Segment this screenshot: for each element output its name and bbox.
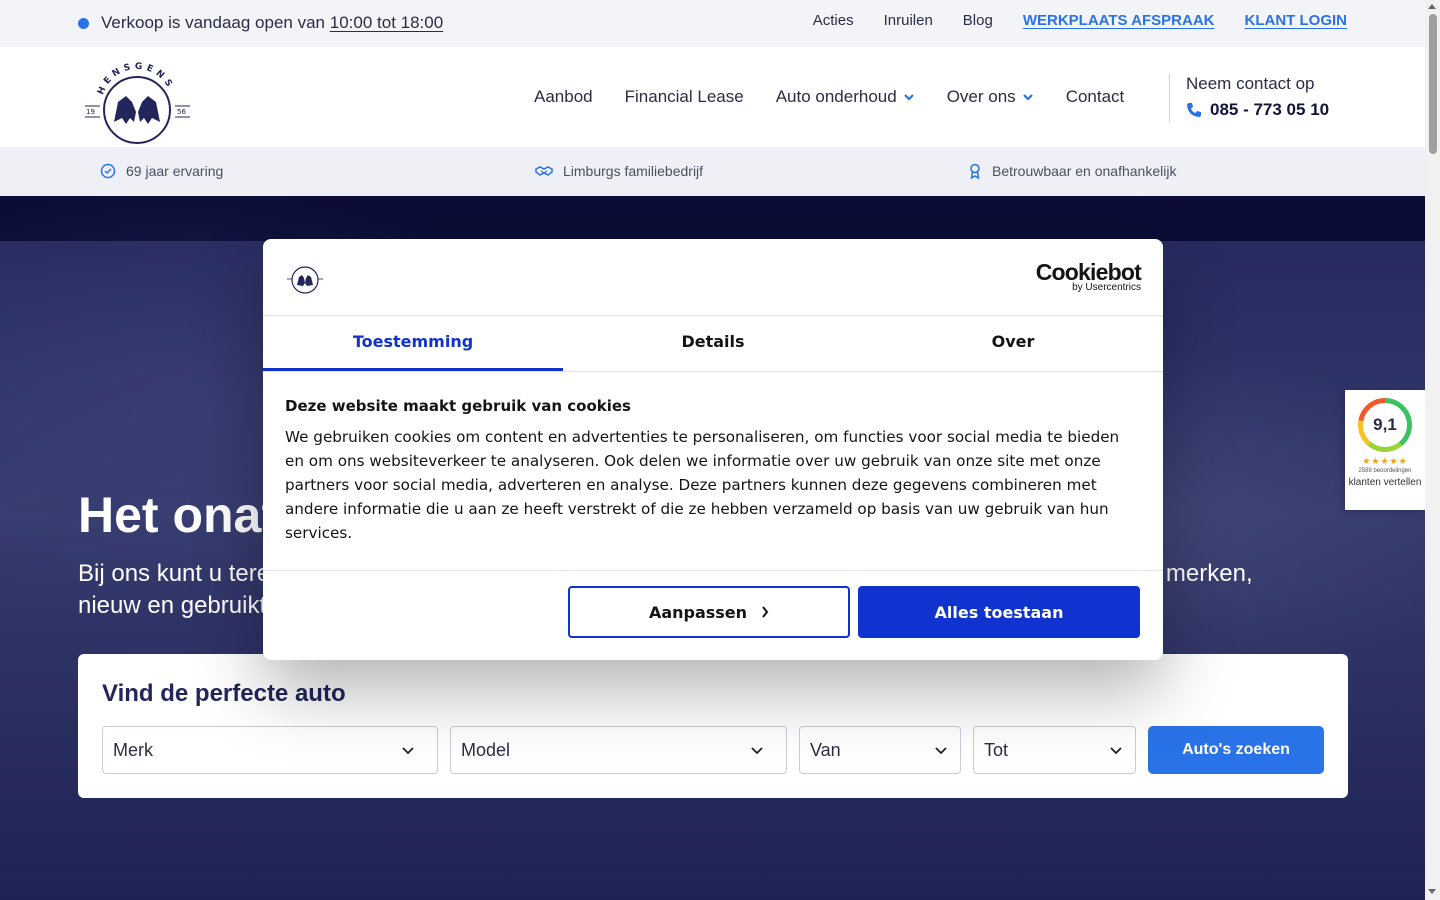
scroll-down-icon[interactable] bbox=[1428, 889, 1436, 894]
cookie-dialog-header: Cookiebot by Usercentrics bbox=[263, 239, 1163, 316]
cookiebot-logo: Cookiebot by Usercentrics bbox=[1036, 259, 1142, 293]
chevron-right-icon bbox=[762, 606, 769, 618]
cookie-actions: Aanpassen Alles toestaan bbox=[263, 570, 1163, 660]
hensgens-small-logo bbox=[287, 266, 323, 294]
cookie-tabs: Toestemming Details Over bbox=[263, 316, 1163, 372]
tab-about[interactable]: Over bbox=[863, 316, 1163, 371]
customize-button-label: Aanpassen bbox=[648, 602, 748, 622]
cookie-text: We gebruiken cookies om content en adver… bbox=[285, 428, 1120, 542]
scroll-up-icon[interactable] bbox=[1428, 4, 1436, 9]
tab-consent[interactable]: Toestemming bbox=[263, 316, 563, 371]
cookie-dialog: Cookiebot by Usercentrics Toestemming De… bbox=[263, 239, 1163, 660]
customize-button[interactable]: Aanpassen bbox=[568, 586, 850, 638]
tab-details[interactable]: Details bbox=[563, 316, 863, 371]
scrollbar-thumb[interactable] bbox=[1429, 14, 1437, 154]
page-scrollbar[interactable] bbox=[1425, 0, 1440, 900]
cookie-heading: Deze website maakt gebruik van cookies bbox=[285, 397, 631, 415]
allow-all-button[interactable]: Alles toestaan bbox=[858, 586, 1140, 638]
cookie-overlay: Cookiebot by Usercentrics Toestemming De… bbox=[0, 0, 1425, 900]
cookie-body: Deze website maakt gebruik van cookies W… bbox=[285, 397, 1141, 545]
